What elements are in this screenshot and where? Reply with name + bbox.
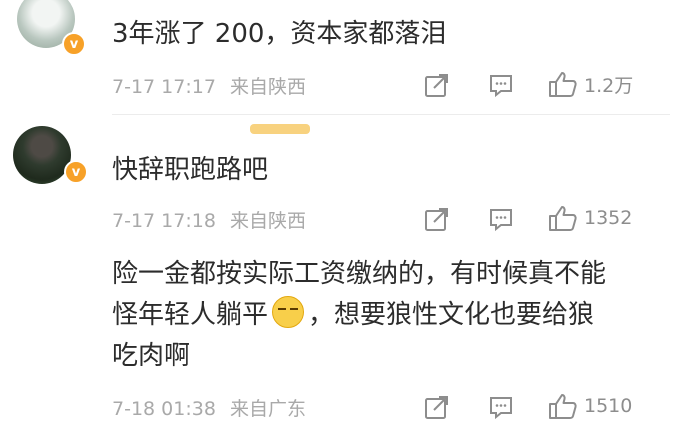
verified-badge: v: [62, 32, 86, 56]
like-icon: [548, 392, 578, 420]
comment-button[interactable]: [488, 394, 514, 420]
comment-source: 来自广东: [229, 398, 306, 420]
comment-icon: [488, 72, 514, 98]
like-button[interactable]: 1510: [548, 392, 632, 420]
comment-text-line: 吃肉啊: [112, 341, 191, 371]
like-button[interactable]: 1352: [548, 204, 632, 232]
comment-time: 7-17 17:17: [112, 76, 216, 98]
user-tag-badge: [250, 124, 310, 134]
avatar[interactable]: [13, 126, 71, 184]
comment-meta: 7-18 01:38 来自广东: [112, 394, 306, 421]
share-icon: [424, 206, 450, 232]
comment-source: 来自陕西: [229, 210, 306, 232]
comment-icon: [488, 394, 514, 420]
comment-text: 3年涨了 200，资本家都落泪: [112, 19, 447, 49]
comment-source: 来自陕西: [229, 76, 306, 98]
comment-time: 7-18 01:38: [112, 398, 216, 420]
share-button[interactable]: [424, 72, 450, 98]
share-button[interactable]: [424, 206, 450, 232]
emoji-icon: [272, 296, 305, 328]
comment-button[interactable]: [488, 72, 514, 98]
comment-text-line: 怪年轻人躺平 ，想要狼性文化也要给狼: [112, 295, 594, 336]
comment-meta: 7-17 17:17 来自陕西: [112, 72, 306, 99]
like-button[interactable]: 1.2万: [548, 70, 633, 98]
like-count: 1.2万: [584, 74, 634, 97]
share-icon: [424, 72, 450, 98]
share-button[interactable]: [424, 394, 450, 420]
comment-meta: 7-17 17:18 来自陕西: [112, 206, 306, 233]
comment-text-part: ，想要狼性文化也要给狼: [308, 300, 595, 330]
like-icon: [548, 204, 578, 232]
comment-text-line: 险一金都按实际工资缴纳的，有时候真不能: [112, 259, 607, 289]
share-icon: [424, 394, 450, 420]
comment-button[interactable]: [488, 206, 514, 232]
divider: [112, 114, 670, 115]
comment-icon: [488, 206, 514, 232]
like-count: 1510: [584, 395, 633, 417]
like-count: 1352: [584, 207, 633, 229]
comment-time: 7-17 17:18: [112, 210, 216, 232]
verified-badge: v: [64, 160, 88, 184]
like-icon: [548, 70, 578, 98]
comment-text-part: 怪年轻人躺平: [112, 300, 269, 330]
comment-text: 快辞职跑路吧: [112, 155, 269, 185]
